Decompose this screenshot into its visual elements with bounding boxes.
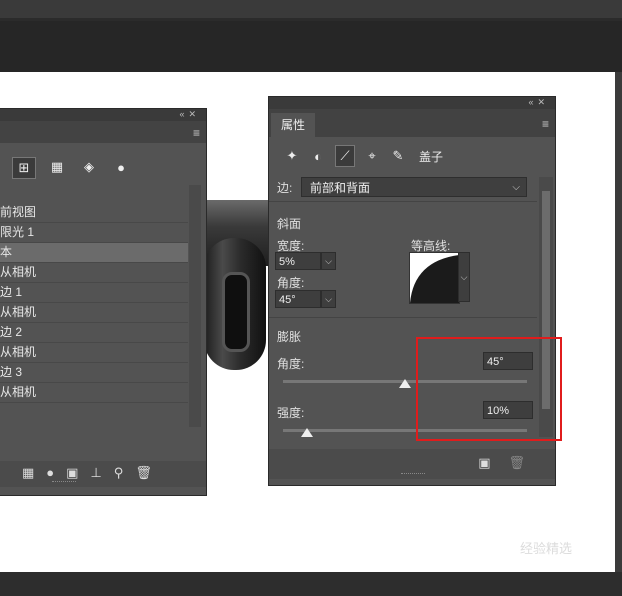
list-scrollbar[interactable] xyxy=(189,185,201,427)
scene-filter-icon[interactable]: ⊞ xyxy=(12,157,36,179)
section-divider xyxy=(269,317,537,318)
bevel-angle-input[interactable]: 45° xyxy=(275,290,321,308)
panel-menu-icon[interactable]: ≡ xyxy=(542,117,549,131)
material-filter-icon[interactable]: ◈ xyxy=(78,157,100,177)
document-tab-bar xyxy=(0,18,622,21)
3d-filter-toolbar: ⊞ ▦ ◈ ● xyxy=(12,157,132,179)
drop-to-ground-icon[interactable]: ⊥ xyxy=(90,465,101,481)
cap-icon[interactable]: ⟋ xyxy=(335,145,355,167)
panel-menu-icon[interactable]: ≡ xyxy=(193,126,200,140)
side-row: 边: 前部和背面 ⌵ xyxy=(277,177,527,197)
list-item[interactable]: 边 3 xyxy=(0,363,188,383)
highlight-annotation xyxy=(416,337,562,441)
list-item[interactable]: 从相机 xyxy=(0,343,188,363)
app-top-bar xyxy=(0,0,622,18)
3d-panel-footer: ▦ ● ▣ ⊥ ⚲ 🗑 xyxy=(0,461,206,487)
list-item-selected[interactable]: 本 xyxy=(0,243,188,263)
mesh-filter-icon[interactable]: ▦ xyxy=(46,157,68,177)
bevel-angle-dropdown[interactable]: ⌵ xyxy=(321,290,336,308)
panel-header: «✕ xyxy=(0,109,206,121)
delete-icon[interactable]: 🗑 xyxy=(135,465,152,481)
canvas-gutter xyxy=(615,72,622,572)
section-divider xyxy=(269,201,537,202)
constraint-icon[interactable]: ⚲ xyxy=(114,465,124,481)
properties-mode-toolbar: ✦ ◐ ⟋ ⌖ ✎ 盖子 xyxy=(283,145,443,167)
3d-object-hole xyxy=(222,272,250,352)
delete-icon[interactable]: 🗑 xyxy=(508,455,525,471)
render-icon[interactable]: ▣ xyxy=(478,455,490,471)
list-item[interactable]: 从相机 xyxy=(0,383,188,403)
inflate-angle-thumb[interactable] xyxy=(399,379,411,388)
list-item[interactable]: 从相机 xyxy=(0,263,188,283)
strength-thumb[interactable] xyxy=(301,428,314,437)
list-item[interactable]: 限光 1 xyxy=(0,223,188,243)
side-select-value: 前部和背面 xyxy=(310,181,371,195)
resize-grip[interactable] xyxy=(52,481,76,485)
3d-panel: «✕ ≡ ⊞ ▦ ◈ ● 前视图 限光 1 本 从相机 边 1 从相机 边 2 … xyxy=(0,108,207,496)
add-light-icon[interactable]: ● xyxy=(46,465,54,481)
list-item[interactable]: 从相机 xyxy=(0,303,188,323)
strength-label: 强度: xyxy=(277,406,305,420)
inflate-angle-label: 角度: xyxy=(277,357,305,371)
coordinates-icon[interactable]: ⌖ xyxy=(363,146,381,166)
new-mesh-icon[interactable]: ▣ xyxy=(66,465,78,481)
brush-icon[interactable]: ✎ xyxy=(389,146,407,166)
mode-label: 盖子 xyxy=(419,149,444,164)
collapse-close-icons[interactable]: «✕ xyxy=(528,97,549,108)
mesh-icon[interactable]: ✦ xyxy=(283,146,301,166)
deform-icon[interactable]: ◐ xyxy=(309,146,327,166)
tab-properties[interactable]: 属性 xyxy=(271,113,316,137)
list-item[interactable]: 边 2 xyxy=(0,323,188,343)
resize-grip[interactable] xyxy=(401,473,425,477)
3d-scene-list: 前视图 限光 1 本 从相机 边 1 从相机 边 2 从相机 边 3 从相机 xyxy=(0,203,188,403)
panel-tab-bar: ≡ xyxy=(0,121,206,143)
list-item[interactable]: 边 1 xyxy=(0,283,188,303)
watermark: 经验精选 xyxy=(520,541,573,556)
panel-tab-bar: 属性 ≡ xyxy=(269,109,555,137)
width-dropdown[interactable]: ⌵ xyxy=(321,252,336,270)
bevel-title: 斜面 xyxy=(277,217,302,231)
panel-header: «✕ xyxy=(269,97,555,109)
side-label: 边: xyxy=(277,180,293,195)
collapse-close-icons[interactable]: «✕ xyxy=(179,109,200,120)
chevron-down-icon: ⌵ xyxy=(512,182,520,193)
list-item[interactable]: 前视图 xyxy=(0,203,188,223)
status-strip xyxy=(0,572,622,596)
contour-preview[interactable] xyxy=(409,252,460,304)
bevel-angle-label: 角度: xyxy=(277,276,305,290)
contour-dropdown[interactable]: ⌵ xyxy=(458,252,470,302)
light-filter-icon[interactable]: ● xyxy=(110,157,132,177)
side-select[interactable]: 前部和背面 ⌵ xyxy=(301,177,527,197)
width-input[interactable]: 5% xyxy=(275,252,321,270)
inflate-title: 膨胀 xyxy=(277,330,302,344)
render-settings-icon[interactable]: ▦ xyxy=(22,465,34,481)
properties-footer: ▣ 🗑 xyxy=(269,449,555,479)
